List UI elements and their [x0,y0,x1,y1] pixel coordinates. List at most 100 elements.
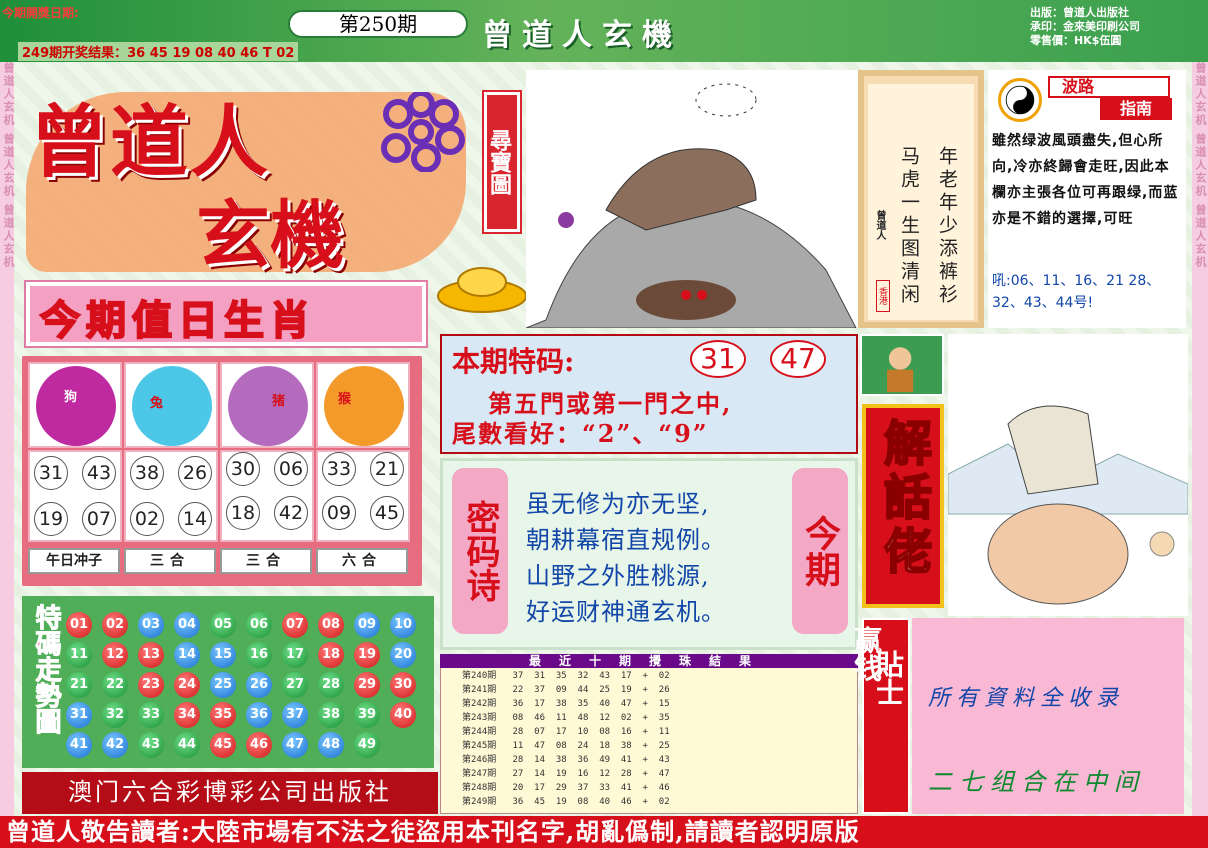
table-row: 第247期 27 14 19 16 12 28 + 47 [462,769,670,779]
poem-label: 密码诗 [452,468,508,634]
gold-ingot-icon [437,267,527,313]
special-code-title: 本期特码: [452,345,575,378]
zodiac-cell-rabbit: 兔 [124,362,218,448]
boar-rock-illustration [526,70,858,328]
ball-09: 09 [354,612,380,638]
ball-26: 26 [246,672,272,698]
number-ball: 38 [130,456,164,490]
ball-22: 22 [102,672,128,698]
ball-30: 30 [390,672,416,698]
poem-line: 山野之外胜桃源, [526,562,710,590]
number-ball: 07 [82,502,116,536]
ball-37: 37 [282,702,308,728]
number-ball: 26 [178,456,212,490]
ball-13: 13 [138,642,164,668]
number-ball: 06 [274,452,308,486]
monkey-icon [324,366,404,446]
ball-35: 35 [210,702,236,728]
ball-16: 16 [246,642,272,668]
ball-07: 07 [282,612,308,638]
publisher-line: 承印：金來美印刷公司 [1030,20,1140,33]
ball-17: 17 [282,642,308,668]
ball-18: 18 [318,642,344,668]
footer-notice: 曾道人敬告讀者:大陸市場有不法之徒盜用本刊名字,胡亂僞制,請讀者認明原版 [0,816,1208,848]
right-frame: 曾道人玄机 曾道人玄机 曾道人玄机 [1192,62,1208,822]
zodiac-title: 今期值日生肖 [39,296,316,345]
special-hint-2: 尾數看好：“2”、“9” [452,419,709,448]
ball-27: 27 [282,672,308,698]
frame-text: 曾道人玄机 曾道人玄机 曾道人玄机 [2,62,15,269]
zodiac-cell-dog: 狗 [28,362,122,448]
number-ball: 31 [34,456,68,490]
zodiac-numbers-monkey: 33 21 09 45 [316,450,410,542]
ball-20: 20 [390,642,416,668]
ball-31: 31 [66,702,92,728]
ball-36: 36 [246,702,272,728]
issue-date-label: 今期開獎日期: [2,6,79,20]
ball-25: 25 [210,672,236,698]
ball-33: 33 [138,702,164,728]
bottom-publisher: 澳门六合彩博彩公司出版社 [22,772,438,814]
frame-text: 曾道人玄机 曾道人玄机 曾道人玄机 [1194,62,1207,269]
verse-column: 年老年少添裤衫 [936,146,958,307]
ball-02: 02 [102,612,128,638]
poem-line: 朝耕幕宿直规例。 [526,526,726,554]
table-row: 第240期 37 31 35 32 43 17 + 02 [462,671,670,681]
zodiac-label: 三合 [124,548,216,574]
last-result: 249期开奖结果：36 45 19 08 40 46 T 02 [18,42,299,61]
tip-line: 二七组合在中间 [928,768,1145,796]
ball-11: 11 [66,642,92,668]
ball-40: 40 [390,702,416,728]
ball-23: 23 [138,672,164,698]
zodiac-numbers-dog: 31 43 19 07 [28,450,122,542]
ball-21: 21 [66,672,92,698]
logo-line2: 玄機 [196,193,344,279]
table-row: 第246期 28 14 38 36 49 41 + 43 [462,755,670,765]
table-row: 第241期 22 37 09 44 25 19 + 26 [462,685,670,695]
ball-46: 46 [246,732,272,758]
number-ball: 18 [226,496,260,530]
issue-number: 第250期 [288,10,468,38]
ball-42: 42 [102,732,128,758]
storyteller-icon [860,334,944,396]
tips-tag: 貼士 [872,650,905,706]
ball-32: 32 [102,702,128,728]
interpreter-title: 解話佬 [874,417,932,581]
publisher-info: 出版：曾道人出版社 承印：金來美印刷公司 零售價：HK$伍圓 [1030,6,1140,48]
scroll-seal: 香港 [876,280,890,312]
rings-icon [381,92,465,172]
ball-12: 12 [102,642,128,668]
ball-05: 05 [210,612,236,638]
ball-grid: 01 02 03 04 05 06 07 08 09 10 11 12 13 14 15 16 17 18 19 20… [66,612,426,762]
rabbit-icon [132,366,212,446]
ball-44: 44 [174,732,200,758]
ball-34: 34 [174,702,200,728]
ball-47: 47 [282,732,308,758]
zodiac-label: 三合 [220,548,312,574]
ball-48: 48 [318,732,344,758]
ball-trend-title: 特碼走勢圖 [31,604,62,735]
zodiac-name: 猪 [272,394,286,409]
table-row: 第245期 11 47 08 24 18 38 + 25 [462,741,670,751]
special-number: 31 [690,340,746,378]
ball-15: 15 [210,642,236,668]
wave-guide-text: 雖然绿波風頭盡失,但心所向,冷亦終歸會走旺,因此本欄亦主張各位可再跟绿,而蓝亦是… [992,133,1179,227]
number-ball: 42 [274,496,308,530]
number-ball: 09 [322,496,356,530]
scroll-signature: 曾道人 [874,210,885,240]
table-row: 第242期 36 17 38 35 40 47 + 15 [462,699,670,709]
zodiac-panel: 狗 兔 猪 猴 31 43 19 07 38 26 02 14 30 06 18… [22,356,422,586]
ball-43: 43 [138,732,164,758]
number-ball: 21 [370,452,404,486]
zodiac-name: 狗 [64,390,78,405]
number-ball: 33 [322,452,356,486]
table-row: 第248期 20 17 29 37 33 41 + 46 [462,783,670,793]
ball-01: 01 [66,612,92,638]
zodiac-numbers-rabbit: 38 26 02 14 [124,450,218,542]
ball-49: 49 [354,732,380,758]
dog-icon [36,366,116,446]
verse-column: 马虎一生图清闲 [898,146,920,307]
special-number: 47 [770,340,826,378]
ball-41: 41 [66,732,92,758]
number-ball: 19 [34,502,68,536]
